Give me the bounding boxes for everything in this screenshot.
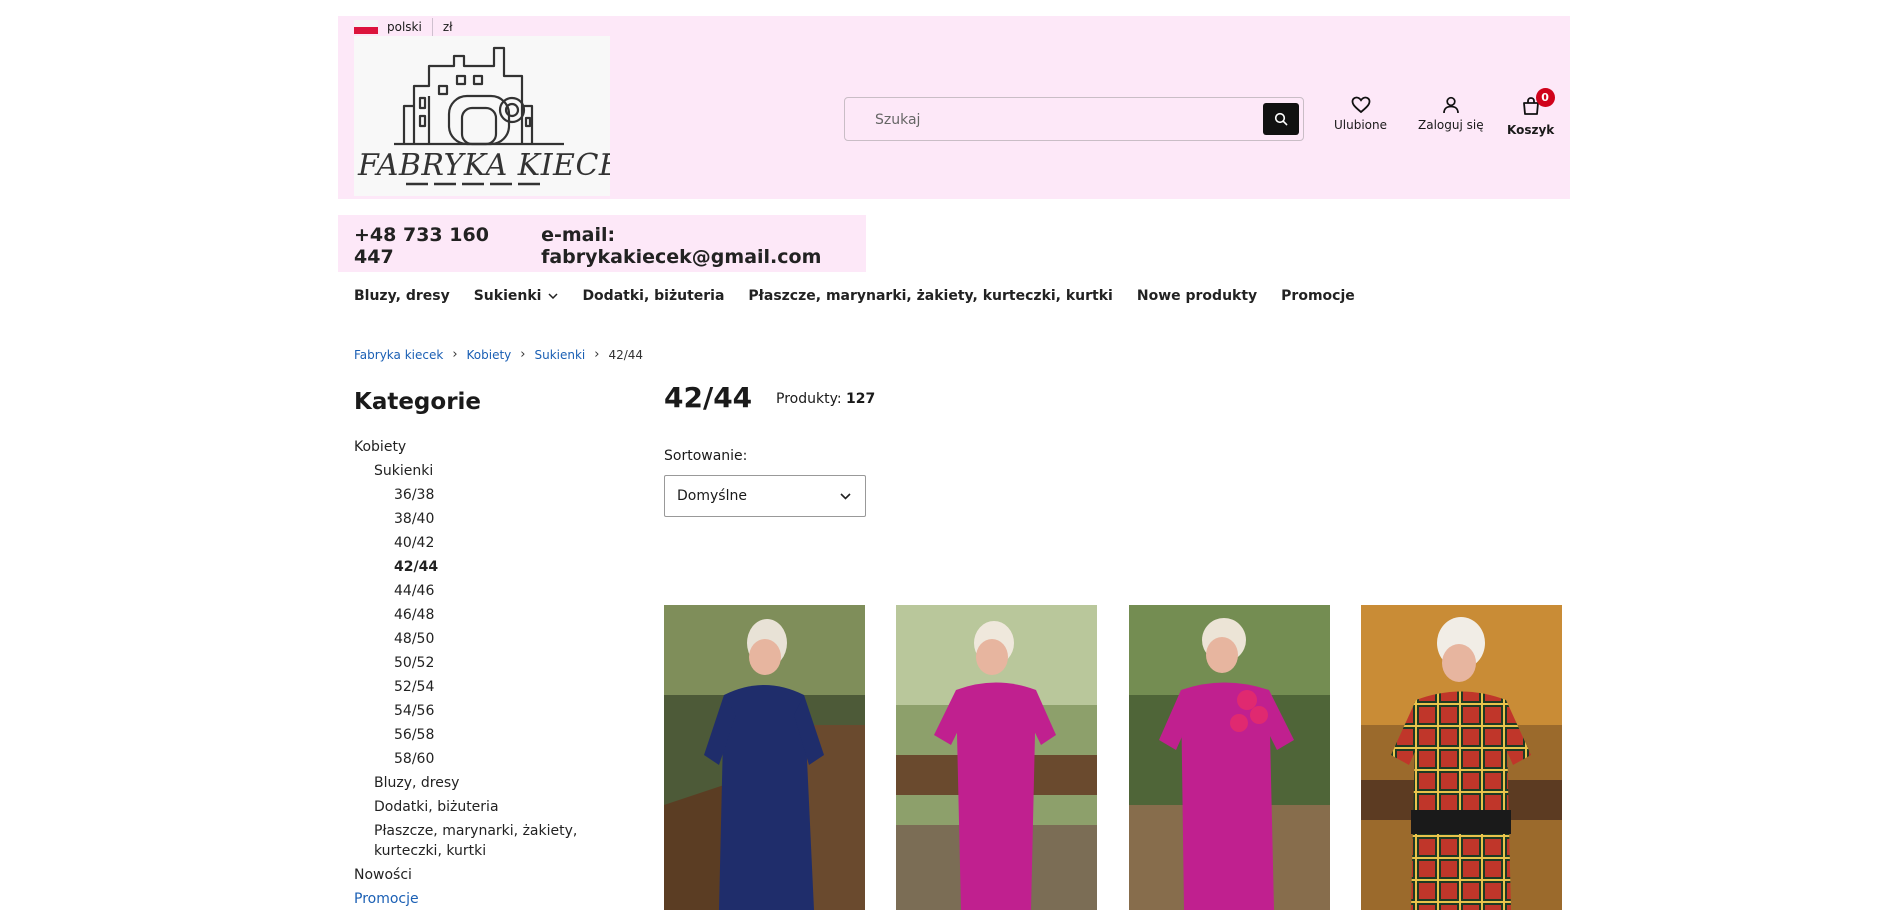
sort-select[interactable]: Domyślne xyxy=(664,475,866,517)
cart-button[interactable]: 0 Koszyk xyxy=(1507,88,1555,137)
category-sidebar: Kategorie Kobiety Sukienki 36/38 38/40 4… xyxy=(354,389,604,910)
category-list: Kobiety Sukienki 36/38 38/40 40/42 42/44… xyxy=(354,435,604,910)
favorites-label: Ulubione xyxy=(1334,118,1388,132)
cart-label: Koszyk xyxy=(1507,123,1555,137)
search-button[interactable] xyxy=(1263,103,1299,135)
chevron-down-icon xyxy=(548,293,558,299)
breadcrumb-current: 42/44 xyxy=(608,347,644,362)
category-item[interactable]: Sukienki xyxy=(354,459,604,483)
email-address[interactable]: e-mail: fabrykakiecek@gmail.com xyxy=(541,224,850,268)
category-item[interactable]: 58/60 xyxy=(354,747,604,771)
category-item[interactable]: 50/52 xyxy=(354,651,604,675)
category-item[interactable]: 48/50 xyxy=(354,627,604,651)
divider xyxy=(431,18,433,36)
product-card[interactable] xyxy=(1361,605,1562,910)
language-currency-bar: polski zł xyxy=(354,18,453,36)
category-item[interactable]: 46/48 xyxy=(354,603,604,627)
category-item[interactable]: Dodatki, biżuteria xyxy=(354,795,604,819)
product-count-value: 127 xyxy=(846,391,876,407)
nav-item-sukienki[interactable]: Sukienki xyxy=(474,288,559,304)
nav-item-nowe-produkty[interactable]: Nowe produkty xyxy=(1137,288,1257,304)
chevron-right-icon: › xyxy=(520,347,526,362)
search-bar xyxy=(844,97,1304,141)
favorites-button[interactable]: Ulubione xyxy=(1334,96,1387,132)
search-input[interactable] xyxy=(875,108,1235,132)
nav-item-bluzy[interactable]: Bluzy, dresy xyxy=(354,288,450,304)
chevron-right-icon: › xyxy=(452,347,458,362)
category-item[interactable]: Kobiety xyxy=(354,435,604,459)
category-item[interactable]: 38/40 xyxy=(354,507,604,531)
login-label: Zaloguj się xyxy=(1418,118,1484,132)
heart-icon xyxy=(1351,96,1370,114)
category-item[interactable]: Nowości xyxy=(354,863,604,887)
breadcrumb-link[interactable]: Fabryka kiecek xyxy=(354,348,443,362)
cart-count-badge: 0 xyxy=(1535,88,1555,107)
product-image xyxy=(664,605,865,910)
breadcrumb-link[interactable]: Kobiety xyxy=(467,348,512,362)
user-icon xyxy=(1442,96,1459,114)
nav-item-promocje[interactable]: Promocje xyxy=(1281,288,1355,304)
sidebar-title: Kategorie xyxy=(354,389,482,415)
category-item[interactable]: Płaszcze, marynarki, żakiety, kurteczki,… xyxy=(354,819,604,863)
sort-value: Domyślne xyxy=(677,488,747,504)
category-item[interactable]: 54/56 xyxy=(354,699,604,723)
sort-label: Sortowanie: xyxy=(664,448,748,464)
currency-selector[interactable]: zł xyxy=(443,20,453,34)
page-title: 42/44 xyxy=(664,381,753,414)
login-button[interactable]: Zaloguj się xyxy=(1418,96,1484,132)
logo-text: FABRYKA KIECEK xyxy=(358,148,610,183)
category-item[interactable]: 40/42 xyxy=(354,531,604,555)
contact-bar: +48 733 160 447 e-mail: fabrykakiecek@gm… xyxy=(338,215,866,272)
product-card[interactable] xyxy=(896,605,1097,910)
product-image xyxy=(896,605,1097,910)
category-item[interactable]: 36/38 xyxy=(354,483,604,507)
breadcrumb: Fabryka kiecek › Kobiety › Sukienki › 42… xyxy=(354,347,643,362)
chevron-down-icon xyxy=(840,492,851,500)
nav-item-dodatki[interactable]: Dodatki, biżuteria xyxy=(582,288,724,304)
chevron-right-icon: › xyxy=(594,347,600,362)
site-header: polski zł FABRYKA KIECEK xyxy=(338,16,1570,199)
language-selector[interactable]: polski xyxy=(387,20,422,34)
breadcrumb-link[interactable]: Sukienki xyxy=(534,348,585,362)
product-card[interactable] xyxy=(1129,605,1330,910)
category-item[interactable]: 44/46 xyxy=(354,579,604,603)
nav-item-plaszcze[interactable]: Płaszcze, marynarki, żakiety, kurteczki,… xyxy=(748,288,1112,304)
search-icon xyxy=(1274,112,1288,126)
logo[interactable]: FABRYKA KIECEK xyxy=(354,36,610,196)
category-item[interactable]: Bluzy, dresy xyxy=(354,771,604,795)
product-count-label: Produkty: xyxy=(776,391,842,407)
category-item-active[interactable]: 42/44 xyxy=(354,555,604,579)
product-card[interactable] xyxy=(664,605,865,910)
product-count: Produkty: 127 xyxy=(776,391,875,407)
phone-number[interactable]: +48 733 160 447 xyxy=(354,224,509,268)
product-image xyxy=(1129,605,1330,910)
poland-flag-icon[interactable] xyxy=(354,20,378,34)
category-item[interactable]: 52/54 xyxy=(354,675,604,699)
product-image xyxy=(1361,605,1562,910)
main-navigation: Bluzy, dresy Sukienki Dodatki, biżuteria… xyxy=(354,288,1355,304)
category-item-promocje[interactable]: Promocje xyxy=(354,887,604,910)
nav-item-label: Sukienki xyxy=(473,288,542,304)
category-item[interactable]: 56/58 xyxy=(354,723,604,747)
